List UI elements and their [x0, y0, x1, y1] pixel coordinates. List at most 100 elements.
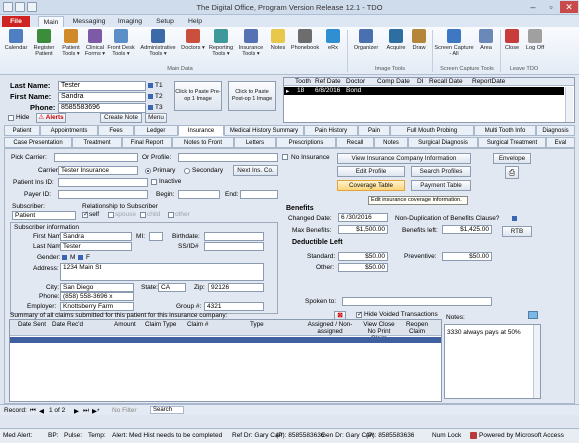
- rel-spouse-checkbox[interactable]: [108, 212, 114, 218]
- phone-field[interactable]: 8585583696: [58, 103, 146, 113]
- rel-self-checkbox[interactable]: [82, 210, 89, 218]
- profile-select[interactable]: [178, 153, 278, 162]
- tab-case-presentation[interactable]: Case Presentation: [4, 137, 72, 148]
- tab-insurance[interactable]: Insurance: [178, 125, 224, 136]
- next-ins-co-button[interactable]: Next Ins. Co.: [233, 165, 278, 176]
- tab-help[interactable]: Help: [184, 16, 206, 27]
- log-off-button[interactable]: Log Off: [524, 29, 546, 51]
- hide-voided-checkbox[interactable]: [356, 310, 363, 318]
- rtb-button[interactable]: RTB: [502, 226, 532, 237]
- inactive-checkbox[interactable]: [151, 179, 157, 185]
- other-deductible-field[interactable]: $50.00: [338, 263, 388, 272]
- tab-treatment[interactable]: Treatment: [72, 137, 122, 148]
- sub-first-name-field[interactable]: Sandra: [60, 232, 132, 241]
- begin-field[interactable]: [178, 190, 220, 199]
- tab-notes[interactable]: Notes: [374, 137, 408, 148]
- coverage-table-button[interactable]: Coverage Table: [337, 180, 405, 191]
- tab-letters[interactable]: Letters: [234, 137, 276, 148]
- payer-id-field[interactable]: [58, 190, 148, 199]
- patient-tools-button[interactable]: Patient Tools ▾: [58, 29, 84, 57]
- prev-record-icon[interactable]: ◀: [39, 407, 44, 415]
- birthdate-field[interactable]: [204, 232, 264, 241]
- patient-ins-id-field[interactable]: [58, 178, 148, 187]
- tab-fees[interactable]: Fees: [98, 125, 134, 136]
- non-dup-checkbox[interactable]: [512, 216, 517, 221]
- max-benefits-field[interactable]: $1,500.00: [338, 225, 388, 234]
- tab-diagnosis[interactable]: Diagnosis: [536, 125, 575, 136]
- envelope-button[interactable]: Envelope: [493, 153, 531, 164]
- tab-patient[interactable]: Patient: [4, 125, 40, 136]
- group-field[interactable]: 4321: [204, 302, 264, 311]
- clinical-forms-button[interactable]: Clinical Forms ▾: [82, 29, 108, 57]
- doctors-button[interactable]: Doctors ▾: [180, 29, 206, 51]
- folder-icon[interactable]: [528, 311, 538, 319]
- rel-child-checkbox[interactable]: [140, 212, 146, 218]
- changed-date-field[interactable]: 6 /30/2016: [338, 213, 388, 222]
- sub-phone-field[interactable]: (858) 558-3696 x: [60, 292, 134, 301]
- tab-notes-to-front[interactable]: Notes to Front: [172, 137, 234, 148]
- tab-surgical-diagnosis[interactable]: Surgical Diagnosis: [408, 137, 478, 148]
- search-input[interactable]: Search: [150, 406, 184, 414]
- minimize-icon[interactable]: –: [524, 1, 542, 13]
- tab-pain[interactable]: Pain: [358, 125, 390, 136]
- sub-last-name-field[interactable]: Tester: [60, 242, 132, 251]
- table-row[interactable]: [10, 337, 441, 343]
- paste-pre-op-button[interactable]: Click to Paste Pre-op 1 Image: [174, 81, 222, 111]
- payment-table-button[interactable]: Payment Table: [411, 180, 471, 191]
- no-insurance-checkbox[interactable]: [282, 154, 288, 160]
- create-note-button[interactable]: Create Note: [100, 113, 142, 123]
- last-name-field[interactable]: Tester: [58, 81, 146, 91]
- gender-m-radio[interactable]: [62, 255, 67, 260]
- administrative-tools-button[interactable]: Administrative Tools ▾: [138, 29, 178, 57]
- tab-recall[interactable]: Recall: [336, 137, 374, 148]
- new-record-icon[interactable]: ▶*: [92, 407, 100, 415]
- gender-f-radio[interactable]: [78, 255, 83, 260]
- alerts-button[interactable]: ⚠ Alerts: [36, 113, 66, 123]
- tab-eval[interactable]: Eval: [546, 137, 575, 148]
- register-patient-button[interactable]: Register Patient: [30, 29, 58, 57]
- front-desk-tools-button[interactable]: Front Desk Tools ▾: [106, 29, 136, 57]
- close-tdo-button[interactable]: Close: [502, 29, 522, 51]
- tab-multi-tooth-info[interactable]: Multi Tooth Info: [474, 125, 536, 136]
- employer-field[interactable]: Knottsberry Farm: [60, 302, 134, 311]
- preventive-deductible-field[interactable]: $50.00: [442, 252, 492, 261]
- area-capture-button[interactable]: Area: [476, 29, 496, 51]
- notes-button[interactable]: Notes: [267, 29, 289, 51]
- primary-radio[interactable]: [145, 168, 151, 174]
- menu-button[interactable]: Menu: [145, 113, 167, 123]
- state-field[interactable]: CA: [158, 283, 186, 292]
- no-filter-indicator[interactable]: No Filter: [112, 407, 137, 414]
- address-field[interactable]: 1234 Main St: [60, 263, 264, 281]
- tab-final-report[interactable]: Final Report: [122, 137, 172, 148]
- organizer-button[interactable]: Organizer: [351, 29, 381, 51]
- next-record-icon[interactable]: ▶: [74, 407, 79, 415]
- insurance-tools-button[interactable]: Insurance Tools ▾: [236, 29, 266, 57]
- last-record-icon[interactable]: ⏭: [83, 407, 89, 415]
- secondary-radio[interactable]: [184, 168, 190, 174]
- tab-surgical-treatment[interactable]: Surgical Treatment: [478, 137, 546, 148]
- tab-imaging[interactable]: Imaging: [114, 16, 146, 27]
- notes-scrollbar[interactable]: [533, 325, 540, 398]
- spoken-to-field[interactable]: [342, 297, 492, 306]
- paste-post-op-button[interactable]: Click to Paste Post-op 1 Image: [228, 81, 276, 111]
- first-record-icon[interactable]: ⏮: [30, 407, 36, 415]
- maximize-icon[interactable]: ▫: [542, 1, 560, 13]
- standard-deductible-field[interactable]: $50.00: [338, 252, 388, 261]
- tab-appointments[interactable]: Appointments: [40, 125, 98, 136]
- carrier-field[interactable]: Tester Insurance: [58, 166, 138, 175]
- tab-prescriptions[interactable]: Prescriptions: [276, 137, 336, 148]
- tab-main[interactable]: Main: [38, 16, 64, 27]
- first-name-field[interactable]: Sandra: [58, 92, 146, 102]
- close-window-icon[interactable]: ✕: [560, 1, 578, 13]
- tab-medical-history-summary[interactable]: Medical History Summary: [224, 125, 304, 136]
- printer-icon[interactable]: ⎙: [505, 166, 519, 179]
- screen-capture-all-button[interactable]: Screen Capture - All: [434, 29, 474, 57]
- mi-field[interactable]: [149, 232, 163, 241]
- draw-button[interactable]: Draw: [409, 29, 429, 51]
- tooth-table-scrollbar[interactable]: [565, 87, 573, 122]
- end-field[interactable]: [240, 190, 278, 199]
- erx-button[interactable]: eRx: [323, 29, 343, 51]
- rel-other-checkbox[interactable]: [168, 212, 174, 218]
- subscriber-select[interactable]: Patient: [12, 211, 76, 220]
- city-field[interactable]: San Diego: [60, 283, 134, 292]
